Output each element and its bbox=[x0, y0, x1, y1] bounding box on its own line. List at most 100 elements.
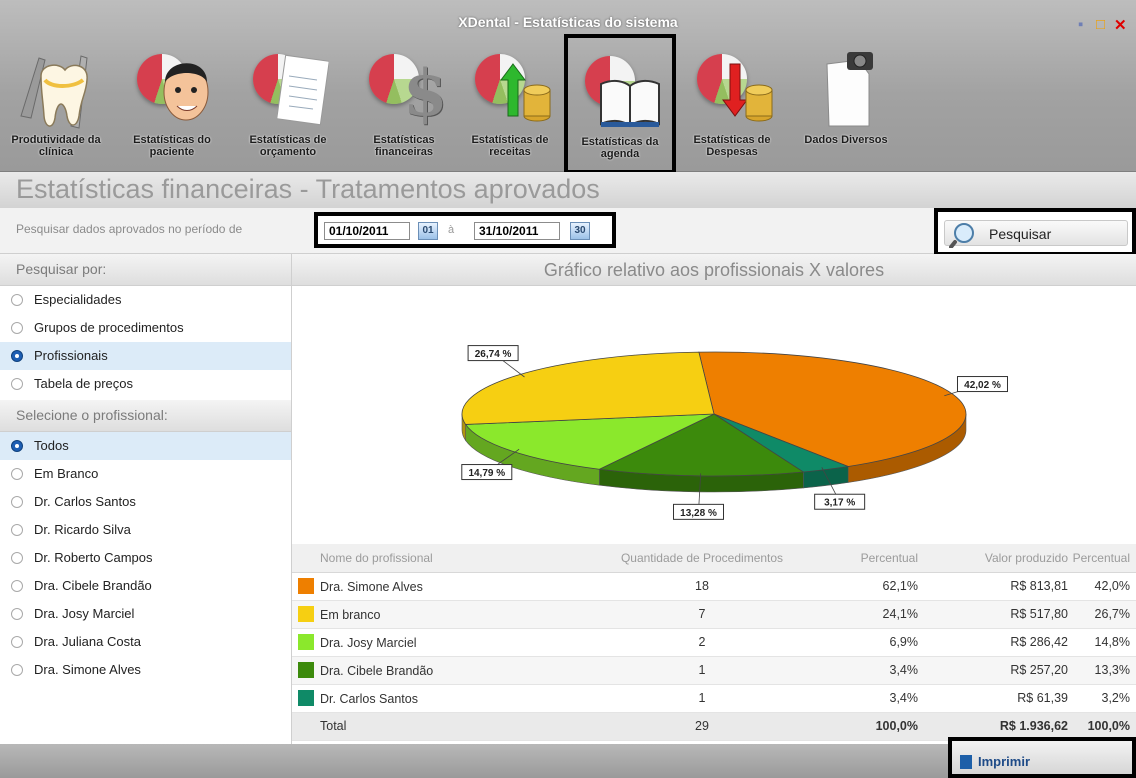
chart-panel: Gráfico relativo aos profissionais X val… bbox=[292, 254, 1136, 544]
row-name: Dr. Carlos Santos bbox=[320, 692, 418, 706]
results-table: Nome do profissional Quantidade de Proce… bbox=[292, 544, 1136, 744]
option-label: Profissionais bbox=[34, 348, 108, 363]
tool-financeiras[interactable]: $ Estatísticas financeiras bbox=[348, 46, 460, 170]
print-button-label: Imprimir bbox=[978, 754, 1031, 769]
professional-item[interactable]: Dra. Simone Alves bbox=[0, 656, 291, 684]
radio-icon bbox=[11, 496, 23, 508]
tool-label: Estatísticas do paciente bbox=[133, 134, 211, 158]
tool-orcamento[interactable]: Estatísticas de orçamento bbox=[232, 46, 344, 170]
option-especialidades[interactable]: Especialidades bbox=[0, 286, 291, 314]
table-row[interactable]: Em branco 7 24,1% R$ 517,80 26,7% bbox=[292, 600, 1136, 629]
option-grupos[interactable]: Grupos de procedimentos bbox=[0, 314, 291, 342]
pie-label: 3,17 % bbox=[824, 498, 855, 509]
date-range: 01/10/2011 01 à 31/10/2011 30 bbox=[314, 212, 616, 248]
pie-agenda-icon bbox=[575, 48, 665, 134]
tool-label: Estatísticas de receitas bbox=[471, 134, 549, 158]
page-title: Estatísticas financeiras - Tratamentos a… bbox=[0, 172, 1136, 208]
pie-dollar-icon: $ bbox=[359, 46, 449, 132]
legend-swatch bbox=[298, 690, 314, 706]
row-name: Em branco bbox=[320, 608, 381, 622]
professional-item[interactable]: Em Branco bbox=[0, 460, 291, 488]
tool-agenda[interactable]: Estatísticas da agenda bbox=[564, 34, 676, 174]
minimize-icon[interactable]: ▪ bbox=[1078, 16, 1083, 33]
select-professional-heading: Selecione o profissional: bbox=[0, 400, 291, 432]
option-label: Em Branco bbox=[34, 466, 99, 481]
radio-icon bbox=[11, 378, 23, 390]
professional-item[interactable]: Dra. Juliana Costa bbox=[0, 628, 291, 656]
magnifier-icon bbox=[949, 223, 974, 248]
option-label: Dra. Juliana Costa bbox=[34, 634, 141, 649]
radio-icon bbox=[11, 322, 23, 334]
tool-label: Estatísticas da agenda bbox=[581, 136, 659, 160]
toolbar: XDental - Estatísticas do sistema ▪ □ ✕ … bbox=[0, 0, 1136, 174]
date-to-input[interactable]: 31/10/2011 bbox=[474, 222, 560, 240]
tool-produtividade[interactable]: Produtividade da clínica bbox=[0, 46, 112, 170]
row-qty: 1 bbox=[582, 656, 822, 685]
row-pct: 62,1% bbox=[822, 572, 922, 601]
pie-chart: 42,02 % 3,17 % 13,28 % 14,79 % 26,74 % bbox=[461, 345, 1008, 520]
tool-label: Estatísticas de orçamento bbox=[249, 134, 327, 158]
pie-slice[interactable] bbox=[461, 351, 715, 425]
row-qty: 7 bbox=[582, 600, 822, 629]
option-label: Grupos de procedimentos bbox=[34, 320, 184, 335]
row-value: R$ 286,42 bbox=[922, 628, 1072, 657]
option-label: Tabela de preços bbox=[34, 376, 134, 391]
pie-label: 26,74 % bbox=[475, 349, 512, 360]
row-pct: 6,9% bbox=[822, 628, 922, 657]
professional-item[interactable]: Dr. Ricardo Silva bbox=[0, 516, 291, 544]
row-value: R$ 517,80 bbox=[922, 600, 1072, 629]
tool-diversos[interactable]: Dados Diversos bbox=[790, 46, 902, 170]
search-button-label: Pesquisar bbox=[989, 226, 1052, 242]
total-pct2: 100,0% bbox=[1072, 712, 1136, 741]
maximize-icon[interactable]: □ bbox=[1096, 16, 1105, 33]
tool-receitas[interactable]: Estatísticas de receitas bbox=[454, 46, 566, 170]
search-by-heading: Pesquisar por: bbox=[0, 254, 291, 286]
professional-item[interactable]: Dra. Cibele Brandão bbox=[0, 572, 291, 600]
close-icon[interactable]: ✕ bbox=[1114, 16, 1127, 34]
table-row[interactable]: Dra. Josy Marciel 2 6,9% R$ 286,42 14,8% bbox=[292, 628, 1136, 657]
radio-icon bbox=[11, 636, 23, 648]
search-button[interactable]: Pesquisar bbox=[934, 208, 1136, 256]
col-pct2-header[interactable]: Percentual bbox=[1072, 544, 1136, 573]
table-header: Nome do profissional Quantidade de Proce… bbox=[292, 544, 1136, 573]
legend-swatch bbox=[298, 606, 314, 622]
radio-icon bbox=[11, 664, 23, 676]
pie-label: 14,79 % bbox=[468, 468, 505, 479]
professional-item[interactable]: Dr. Roberto Campos bbox=[0, 544, 291, 572]
window-title: XDental - Estatísticas do sistema bbox=[458, 14, 678, 30]
print-button[interactable]: Imprimir bbox=[948, 737, 1136, 778]
date-from-input[interactable]: 01/10/2011 bbox=[324, 222, 410, 240]
professional-item[interactable]: Dra. Josy Marciel bbox=[0, 600, 291, 628]
option-profissionais[interactable]: Profissionais bbox=[0, 342, 291, 370]
calendar-from-button[interactable]: 01 bbox=[418, 222, 438, 240]
row-pct: 24,1% bbox=[822, 600, 922, 629]
row-pct2: 3,2% bbox=[1072, 684, 1136, 713]
total-label: Total bbox=[292, 712, 582, 741]
table-row[interactable]: Dr. Carlos Santos 1 3,4% R$ 61,39 3,2% bbox=[292, 684, 1136, 713]
table-row[interactable]: Dra. Cibele Brandão 1 3,4% R$ 257,20 13,… bbox=[292, 656, 1136, 685]
option-label: Dra. Simone Alves bbox=[34, 662, 141, 677]
col-name-header[interactable]: Nome do profissional bbox=[292, 544, 582, 573]
row-qty: 2 bbox=[582, 628, 822, 657]
professional-item[interactable]: Dr. Carlos Santos bbox=[0, 488, 291, 516]
calendar-to-button[interactable]: 30 bbox=[570, 222, 590, 240]
legend-swatch bbox=[298, 578, 314, 594]
professional-todos[interactable]: Todos bbox=[0, 432, 291, 460]
tool-paciente[interactable]: Estatísticas do paciente bbox=[116, 46, 228, 170]
total-qty: 29 bbox=[582, 712, 822, 741]
col-pct-header[interactable]: Percentual bbox=[822, 544, 922, 573]
row-qty: 18 bbox=[582, 572, 822, 601]
col-value-header[interactable]: Valor produzido bbox=[922, 544, 1072, 573]
legend-swatch bbox=[298, 634, 314, 650]
option-tabela-precos[interactable]: Tabela de preços bbox=[0, 370, 291, 398]
row-pct: 3,4% bbox=[822, 684, 922, 713]
tool-despesas[interactable]: Estatísticas de Despesas bbox=[676, 46, 788, 170]
col-qty-header[interactable]: Quantidade de Procedimentos bbox=[582, 544, 822, 573]
row-pct2: 14,8% bbox=[1072, 628, 1136, 657]
pie-label: 13,28 % bbox=[680, 508, 717, 519]
row-value: R$ 813,81 bbox=[922, 572, 1072, 601]
pie-expense-icon bbox=[687, 46, 777, 132]
row-qty: 1 bbox=[582, 684, 822, 713]
table-row[interactable]: Dra. Simone Alves 18 62,1% R$ 813,81 42,… bbox=[292, 572, 1136, 601]
row-name: Dra. Simone Alves bbox=[320, 580, 423, 594]
